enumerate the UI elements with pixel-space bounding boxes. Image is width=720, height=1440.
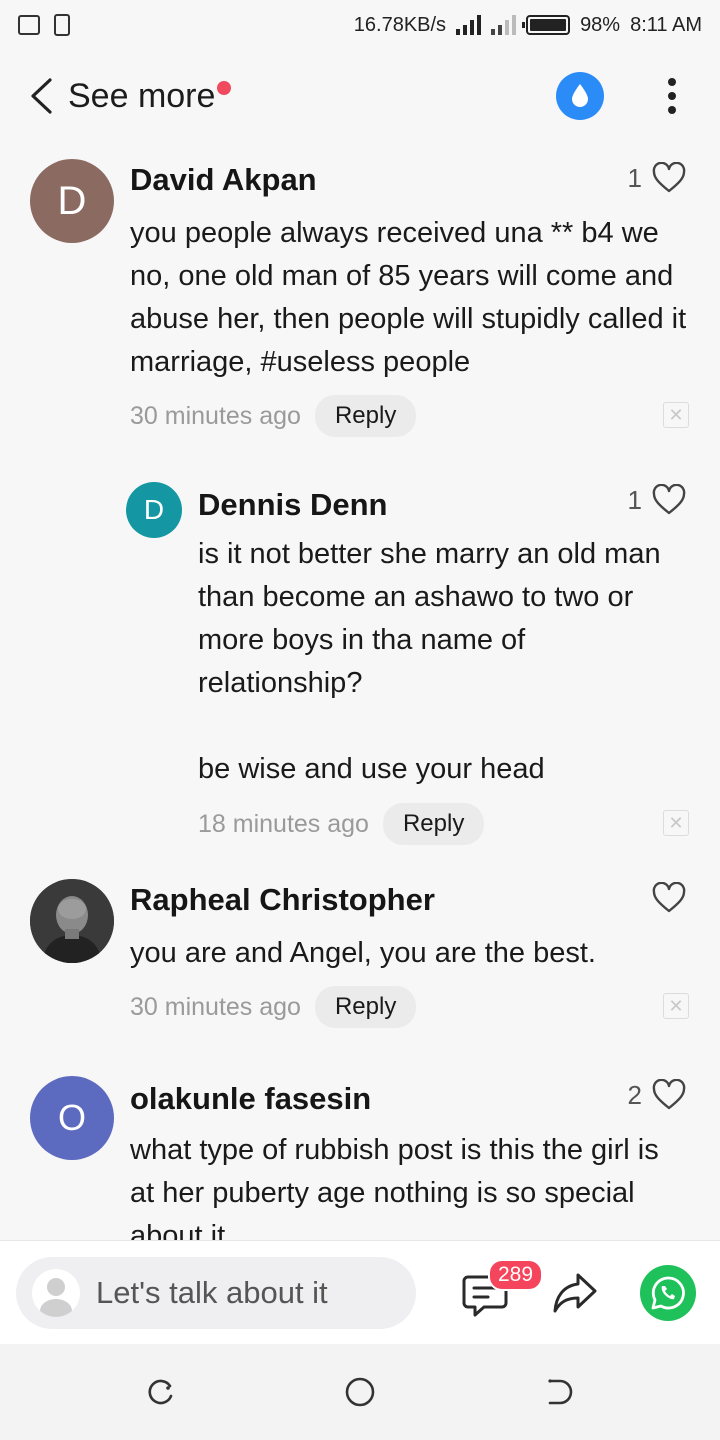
comment-item: O olakunle fasesin 2 what type of rubbis… xyxy=(0,1059,720,1240)
profile-photo-icon xyxy=(30,879,114,963)
dismiss-button[interactable]: ✕ xyxy=(663,810,689,836)
water-drop-icon xyxy=(572,84,588,107)
more-options-button[interactable] xyxy=(660,74,684,118)
comment-meta: 30 minutes ago Reply xyxy=(130,395,417,437)
comment-item: D David Akpan 1 you people always receiv… xyxy=(0,142,720,462)
comment-author[interactable]: Rapheal Christopher xyxy=(130,882,435,918)
download-icon xyxy=(54,14,70,36)
header: See more xyxy=(0,50,720,142)
comments-list[interactable]: D David Akpan 1 you people always receiv… xyxy=(0,142,720,1240)
reply-button[interactable]: Reply xyxy=(314,986,417,1028)
like-button[interactable]: 1 xyxy=(628,162,686,194)
dismiss-button[interactable]: ✕ xyxy=(663,402,689,428)
like-count: 2 xyxy=(627,1079,642,1110)
reply-button[interactable]: Reply xyxy=(382,803,485,845)
heart-icon xyxy=(652,484,686,515)
close-icon: ✕ xyxy=(668,812,684,833)
like-count: 1 xyxy=(627,484,642,515)
heart-icon xyxy=(652,882,686,913)
comment-meta: 30 minutes ago Reply xyxy=(130,986,417,1028)
system-nav-bar xyxy=(0,1344,720,1440)
heart-icon xyxy=(652,162,686,193)
screenshot-icon xyxy=(18,15,40,35)
avatar[interactable]: O xyxy=(30,1076,114,1160)
signal-2-icon xyxy=(491,15,517,35)
recent-apps-button[interactable] xyxy=(144,1376,176,1408)
status-bar: 16.78KB/s 98% 8:11 AM xyxy=(0,0,720,50)
home-button[interactable] xyxy=(344,1376,376,1408)
close-icon: ✕ xyxy=(668,404,684,425)
see-more-link[interactable]: See more xyxy=(68,76,232,116)
user-icon xyxy=(32,1269,80,1317)
dot-icon xyxy=(668,92,676,100)
close-icon: ✕ xyxy=(668,995,684,1016)
like-button[interactable] xyxy=(652,882,686,914)
comment-count-badge: 289 xyxy=(488,1259,544,1291)
heart-icon xyxy=(652,1079,686,1110)
comment-author[interactable]: David Akpan xyxy=(130,162,317,198)
comment-time: 18 minutes ago xyxy=(198,809,369,838)
chevron-left-icon xyxy=(31,78,52,114)
like-button[interactable]: 2 xyxy=(628,1079,686,1111)
reply-item: D Dennis Denn 1 is it not better she mar… xyxy=(0,462,720,862)
network-speed: 16.78KB/s xyxy=(353,13,447,36)
like-count: 1 xyxy=(627,162,642,193)
dot-icon xyxy=(668,106,676,114)
battery-icon xyxy=(522,15,571,35)
theme-drop-button[interactable] xyxy=(556,72,604,120)
share-icon[interactable] xyxy=(552,1271,598,1315)
comment-item: Rapheal Christopher you are and Angel, y… xyxy=(0,862,720,1062)
comment-bar: Let's talk about it 289 xyxy=(0,1240,720,1344)
avatar[interactable]: D xyxy=(126,482,182,538)
battery-percent: 98% xyxy=(580,13,621,36)
comment-meta: 18 minutes ago Reply xyxy=(198,803,485,845)
comment-input-placeholder: Let's talk about it xyxy=(96,1275,328,1310)
whatsapp-share-button[interactable] xyxy=(640,1265,696,1321)
comment-text: is it not better she marry an old man th… xyxy=(198,538,661,785)
comment-text: you people always received una ** b4 we … xyxy=(130,217,687,378)
comment-input[interactable]: Let's talk about it xyxy=(16,1257,416,1329)
comment-time: 30 minutes ago xyxy=(130,401,301,430)
avatar[interactable] xyxy=(30,879,114,963)
comment-text: what type of rubbish post is this the gi… xyxy=(130,1134,659,1240)
avatar[interactable]: D xyxy=(30,159,114,243)
reply-button[interactable]: Reply xyxy=(314,395,417,437)
dismiss-button[interactable]: ✕ xyxy=(663,993,689,1019)
signal-icon xyxy=(456,15,482,35)
clock: 8:11 AM xyxy=(630,13,702,36)
like-button[interactable]: 1 xyxy=(628,484,686,516)
back-button[interactable] xyxy=(28,76,58,116)
back-nav-button[interactable] xyxy=(544,1376,576,1408)
whatsapp-icon xyxy=(651,1276,685,1310)
see-more-label: See more xyxy=(68,76,216,115)
dot-icon xyxy=(668,78,676,86)
notification-dot xyxy=(217,80,232,95)
comment-text: you are and Angel, you are the best. xyxy=(130,937,596,969)
comment-time: 30 minutes ago xyxy=(130,992,301,1021)
comment-author[interactable]: olakunle fasesin xyxy=(130,1081,371,1117)
comment-author[interactable]: Dennis Denn xyxy=(198,487,387,523)
